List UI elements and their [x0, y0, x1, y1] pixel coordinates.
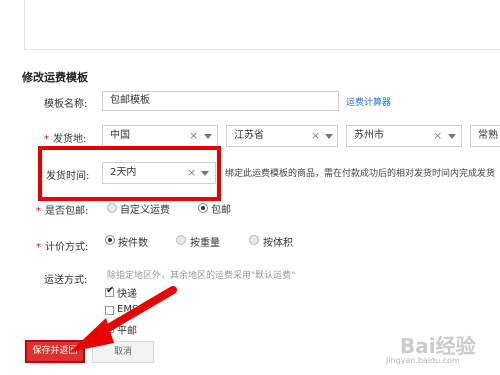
ship-time-description: 绑定此运费模板的商品，需在付款成功后的相对发货时间内完成发货	[225, 169, 496, 179]
template-name-input[interactable]: 包邮模板	[102, 91, 339, 111]
radio-by-weight[interactable]	[176, 235, 186, 245]
option-express: 快递	[117, 289, 137, 300]
city-value: 苏州市	[354, 130, 384, 141]
radio-by-volume[interactable]	[249, 235, 259, 245]
ship-from-label-text: 发货地:	[53, 134, 87, 145]
option-free-shipping: 包邮	[211, 205, 231, 216]
pricing-label: * 计价方式:	[36, 238, 88, 253]
option-by-count: 按件数	[118, 238, 148, 249]
freight-calculator-link[interactable]: 运费计算器	[346, 95, 391, 108]
radio-by-count[interactable]	[105, 235, 115, 245]
option-ems: EMS	[117, 304, 139, 315]
option-custom-freight: 自定义运费	[120, 205, 170, 216]
province-value: 江苏省	[234, 130, 264, 141]
option-by-weight: 按重量	[190, 238, 220, 249]
delivery-hint: 除指定地区外，其余地区的运费采用"默认运费"	[107, 271, 296, 281]
template-name-label: 模板名称:	[44, 99, 88, 110]
clear-icon[interactable]: ×	[311, 126, 320, 146]
country-value: 中国	[110, 130, 130, 141]
radio-free-shipping[interactable]	[198, 203, 208, 213]
watermark-url: jingyan.baidu.com	[386, 356, 460, 365]
free-shipping-label: * 是否包邮:	[36, 202, 88, 217]
required-mark: *	[36, 242, 41, 253]
watermark-text: Bai经验	[400, 334, 476, 358]
baidu-watermark: Bai经验 jingyan.baidu.com	[380, 322, 498, 372]
chevron-down-icon	[448, 134, 456, 139]
checkbox-surface-mail[interactable]	[105, 324, 114, 333]
checkbox-express[interactable]	[105, 285, 114, 297]
province-select[interactable]: 江苏省 ×	[226, 125, 338, 147]
clear-icon[interactable]: ×	[433, 126, 442, 146]
city-select[interactable]: 苏州市 ×	[346, 125, 462, 147]
checkbox-ems[interactable]	[105, 306, 114, 315]
top-panel	[24, 0, 500, 50]
radio-custom-freight[interactable]	[107, 203, 117, 213]
clear-icon[interactable]: ×	[189, 126, 198, 146]
country-select[interactable]: 中国 ×	[102, 125, 218, 147]
required-mark: *	[44, 134, 49, 145]
district-value: 常熟	[478, 130, 498, 141]
chevron-down-icon	[325, 134, 333, 139]
option-by-volume: 按体积	[263, 238, 293, 249]
highlight-box	[38, 146, 221, 201]
save-and-return-button[interactable]: 保存并返回	[25, 340, 85, 363]
option-surface-mail: 平邮	[117, 326, 137, 337]
cancel-button[interactable]: 取消	[92, 341, 154, 363]
pricing-label-text: 计价方式:	[45, 242, 89, 253]
free-shipping-label-text: 是否包邮:	[45, 206, 89, 217]
required-mark: *	[36, 206, 41, 217]
chevron-down-icon	[204, 134, 212, 139]
section-title: 修改运费模板	[22, 71, 88, 84]
delivery-label: 运送方式:	[44, 275, 88, 286]
district-select[interactable]: 常熟	[470, 125, 500, 147]
ship-from-label: * 发货地:	[44, 130, 86, 145]
